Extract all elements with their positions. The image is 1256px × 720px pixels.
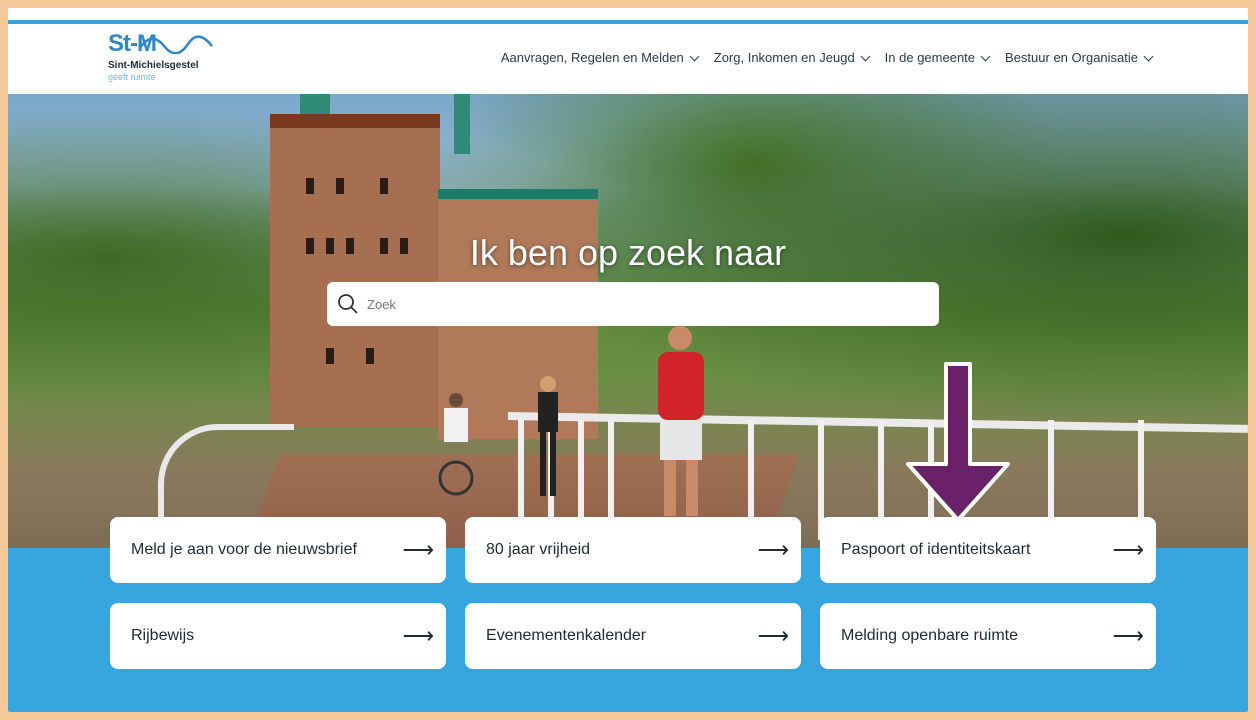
arrow-right-icon: ⟶ xyxy=(757,537,789,562)
card-label: Meld je aan voor de nieuwsbrief xyxy=(131,541,357,558)
card-nieuwsbrief[interactable]: Meld je aan voor de nieuwsbrief ⟶ xyxy=(110,517,446,583)
arrow-right-icon: ⟶ xyxy=(402,537,434,562)
arrow-right-icon: ⟶ xyxy=(1112,623,1144,648)
arrow-right-icon: ⟶ xyxy=(1112,537,1144,562)
quick-links: Meld je aan voor de nieuwsbrief ⟶ 80 jaa… xyxy=(8,8,1248,712)
card-melding-openbare-ruimte[interactable]: Melding openbare ruimte ⟶ xyxy=(820,603,1156,669)
card-label: Melding openbare ruimte xyxy=(841,627,1018,644)
card-label: Evenementenkalender xyxy=(486,627,647,644)
card-rijbewijs[interactable]: Rijbewijs ⟶ xyxy=(110,603,446,669)
card-label: Paspoort of identiteitskaart xyxy=(841,541,1031,558)
card-label: Rijbewijs xyxy=(131,627,195,644)
card-evenementenkalender[interactable]: Evenementenkalender ⟶ xyxy=(465,603,801,669)
callout-arrow-icon xyxy=(906,362,1010,522)
card-label: 80 jaar vrijheid xyxy=(486,541,591,558)
arrow-right-icon: ⟶ xyxy=(402,623,434,648)
card-80-jaar-vrijheid[interactable]: 80 jaar vrijheid ⟶ xyxy=(465,517,801,583)
arrow-right-icon: ⟶ xyxy=(757,623,789,648)
browser-frame: St-M Sint-Michielsgestel geeft ruimte Aa… xyxy=(8,8,1248,712)
